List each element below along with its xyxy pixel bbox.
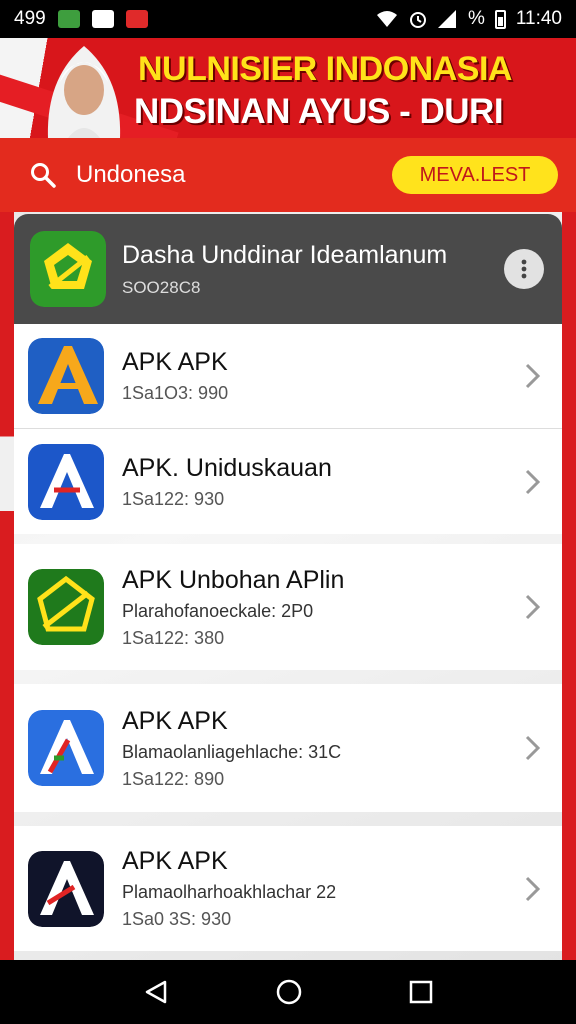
item-description: Plarahofanoeckale: 2P0 bbox=[122, 600, 314, 621]
item-texts: APK APK Blamaolanliagehlache: 31C 1Sa122… bbox=[122, 707, 522, 790]
list-item[interactable]: APK. Uniduskauan 1Sa122: 930 bbox=[14, 429, 562, 534]
apk-app-icon bbox=[28, 850, 104, 927]
chevron-right-icon bbox=[525, 363, 541, 389]
home-icon[interactable] bbox=[275, 978, 303, 1006]
banner-title: NULNISIER INDONASIA bbox=[138, 50, 512, 88]
status-number: 499 bbox=[14, 8, 46, 29]
header-title: Dasha Unddinar Ideamlanum bbox=[122, 240, 448, 269]
item-meta: 1Sa1O3: 990 bbox=[122, 383, 229, 403]
item-description: Plamaolharhoakhlachar 22 bbox=[122, 882, 337, 902]
header-text: Dasha Unddinar Ideamlanum SOO28C8 bbox=[122, 241, 447, 298]
notification-icon bbox=[57, 10, 80, 28]
header-code: SOO28C8 bbox=[122, 277, 201, 297]
item-title: APK APK bbox=[122, 706, 228, 735]
chevron-right-icon bbox=[525, 735, 541, 761]
apk-app-icon bbox=[28, 338, 104, 414]
alarm-icon bbox=[409, 12, 426, 28]
item-title: APK APK bbox=[122, 348, 228, 376]
search-input[interactable]: Undonesa bbox=[76, 161, 356, 189]
item-meta: 1Sa0 3S: 930 bbox=[122, 909, 232, 929]
image-icon bbox=[91, 10, 114, 28]
right-decoration bbox=[562, 212, 576, 960]
status-bar: 499 % 11:40 bbox=[0, 0, 576, 38]
chevron-right-icon bbox=[525, 469, 541, 494]
list-item[interactable]: APK APK Blamaolanliagehlache: 31C 1Sa122… bbox=[14, 684, 562, 812]
back-icon[interactable] bbox=[143, 979, 169, 1005]
status-time: 11:40 bbox=[515, 8, 562, 29]
item-meta: 1Sa122: 930 bbox=[122, 488, 225, 509]
apk-app-icon bbox=[28, 443, 104, 520]
promo-banner[interactable]: NULNISIER INDONASIA NDSINAN AYUS - DURI bbox=[0, 38, 576, 138]
list-item[interactable]: APK APK 1Sa1O3: 990 bbox=[14, 324, 562, 429]
item-title: APK. Uniduskauan bbox=[122, 453, 332, 482]
status-left: 499 bbox=[14, 8, 148, 30]
item-texts: APK APK 1Sa1O3: 990 bbox=[122, 348, 522, 404]
list-gap bbox=[14, 670, 562, 684]
item-description: Blamaolanliagehlache: 31C bbox=[122, 741, 342, 762]
signal-icon bbox=[437, 10, 456, 28]
item-texts: APK APK Plamaolharhoakhlachar 22 1Sa0 3S… bbox=[122, 847, 522, 930]
search-icon[interactable] bbox=[30, 162, 56, 188]
list-gap bbox=[14, 534, 562, 544]
item-meta: 1Sa122: 890 bbox=[122, 768, 225, 789]
list-gap bbox=[14, 812, 562, 826]
avatar bbox=[47, 46, 121, 138]
chevron-right-icon bbox=[525, 594, 541, 620]
recents-icon[interactable] bbox=[409, 980, 433, 1004]
meva-list-button[interactable]: MEVA.LEST bbox=[392, 156, 558, 194]
battery-percent-sign: % bbox=[467, 8, 485, 29]
left-decoration bbox=[0, 212, 14, 960]
wifi-icon bbox=[376, 11, 397, 27]
item-title: APK Unbohan APlin bbox=[122, 565, 345, 594]
item-meta: 1Sa122: 380 bbox=[122, 627, 225, 648]
app-logo-icon bbox=[30, 231, 106, 307]
app-list: Dasha Unddinar Ideamlanum SOO28C8 APK AP… bbox=[14, 214, 562, 951]
item-texts: APK Unbohan APlin Plarahofanoeckale: 2P0… bbox=[122, 566, 522, 649]
search-bar: Undonesa MEVA.LEST bbox=[0, 138, 576, 212]
more-vert-icon bbox=[521, 259, 527, 279]
banner-subtitle: NDSINAN AYUS - DURI bbox=[134, 92, 504, 131]
navigation-bar bbox=[0, 960, 576, 1024]
list-item[interactable]: APK APK Plamaolharhoakhlachar 22 1Sa0 3S… bbox=[14, 826, 562, 951]
list-header[interactable]: Dasha Unddinar Ideamlanum SOO28C8 bbox=[14, 214, 562, 324]
apk-app-icon bbox=[28, 569, 104, 645]
status-right: % 11:40 bbox=[376, 8, 562, 30]
chevron-right-icon bbox=[525, 876, 541, 901]
more-options-button[interactable] bbox=[504, 249, 544, 289]
apk-app-icon bbox=[28, 710, 104, 786]
item-texts: APK. Uniduskauan 1Sa122: 930 bbox=[122, 454, 522, 510]
item-title: APK APK bbox=[122, 847, 228, 875]
list-item[interactable]: APK Unbohan APlin Plarahofanoeckale: 2P0… bbox=[14, 544, 562, 670]
record-icon bbox=[125, 10, 148, 28]
battery-icon bbox=[494, 9, 506, 29]
